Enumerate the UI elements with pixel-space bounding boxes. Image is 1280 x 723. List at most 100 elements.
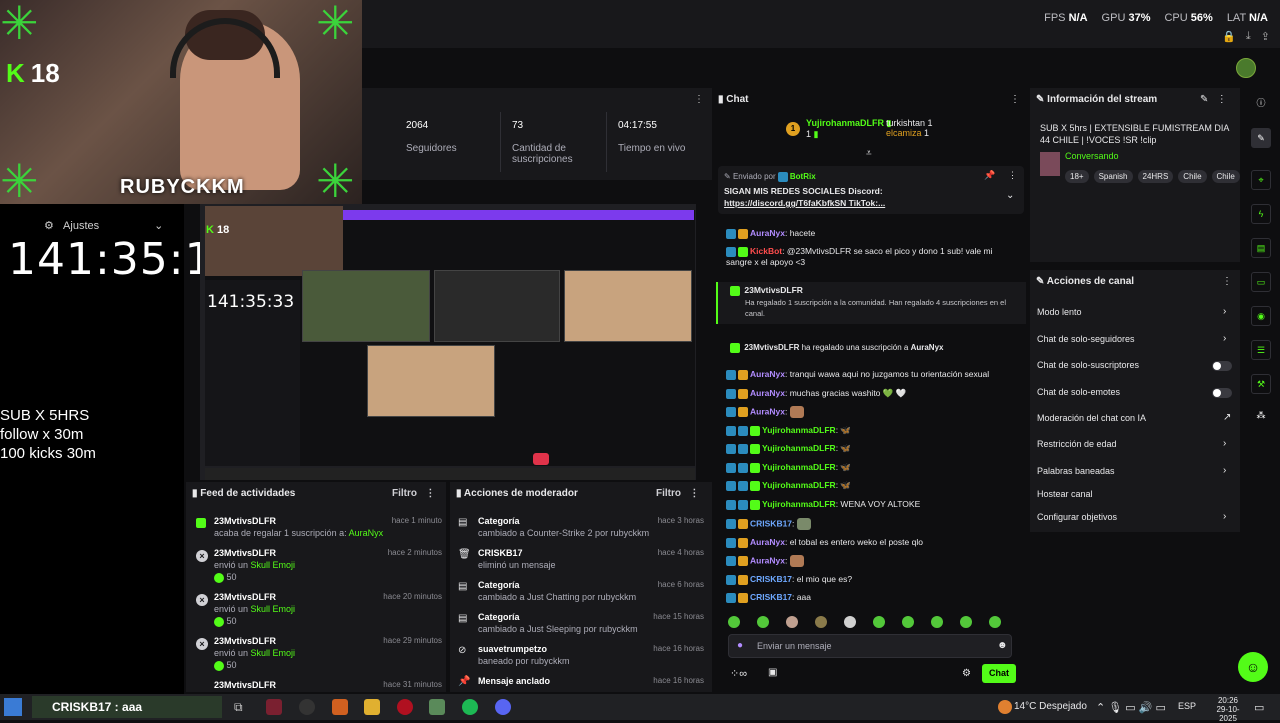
app-icon[interactable] [397,699,413,715]
hangup-button[interactable] [533,453,549,465]
action-subs-only[interactable]: Chat de solo-suscriptores [1037,360,1139,370]
weather-text[interactable]: 14°C Despejado [1014,701,1087,712]
support-chat-button[interactable]: ☺ [1238,652,1268,682]
subs-only-toggle[interactable] [1212,361,1232,371]
download-icon[interactable]: ⤓ [1246,30,1251,43]
apps-icon[interactable]: ⁂ [1251,406,1271,426]
action-host-channel[interactable]: Hostear canal [1037,489,1093,499]
chevron-down-icon[interactable]: ⌄ [1006,190,1014,201]
mod-filter-button[interactable]: Filtro ⋮ [656,488,699,499]
sub-event-text: 23MvtivsDLFR [730,285,1020,296]
chat-message: AuraNyx: [726,555,804,567]
mic-icon[interactable]: ● [737,640,743,651]
tag[interactable]: Spanish [1093,170,1133,183]
language-indicator[interactable]: ESP [1178,701,1196,711]
start-icon[interactable] [4,698,22,716]
pinned-menu-icon[interactable]: ⋮ [1008,170,1017,181]
emote-icon[interactable] [786,616,798,628]
task-view-icon[interactable]: ⧉ [234,700,243,715]
tag[interactable]: Chile [1178,170,1207,183]
mod-actions-title: ▮ Acciones de moderador [456,488,578,499]
action-configure-goals[interactable]: Configurar objetivos [1037,512,1117,522]
chevron-right-icon[interactable]: › [1223,438,1226,449]
expand-icon[interactable]: ⩡ [866,148,872,159]
info-icon[interactable]: ⓘ [1251,94,1271,114]
emote-icon[interactable] [815,616,827,628]
folder-icon[interactable] [364,699,380,715]
chat-menu-icon[interactable]: ⋮ [1010,94,1020,105]
points-icon[interactable]: ⁘∞ [730,667,747,680]
user-avatar[interactable] [1236,58,1256,78]
pin-icon[interactable]: 📌 [984,170,995,181]
app-icon[interactable] [429,699,445,715]
chat-input[interactable]: ● Enviar un mensaje ☻ [728,634,1012,658]
send-chat-button[interactable]: Chat [982,664,1016,683]
clock[interactable]: 20:26 29-10-2025 [1208,696,1248,723]
emote-icon[interactable] [873,616,885,628]
gear-icon[interactable]: ⚙ [962,668,971,679]
action-age-restriction[interactable]: Restricción de edad [1037,439,1117,449]
stream-category[interactable]: Conversando [1065,151,1119,161]
weather-icon [998,700,1012,714]
sub-line: 100 kicks 30m [0,445,96,462]
chat-message: AuraNyx: muchas gracias washito 💚 🤍 [726,388,906,399]
channel-actions-menu-icon[interactable]: ⋮ [1222,276,1232,287]
document-icon[interactable]: ▤ [1251,238,1271,258]
chevron-right-icon[interactable]: › [1223,465,1226,476]
sub-line: follow x 30m [0,426,84,443]
chat-message: AuraNyx: el tobal es entero weko el post… [726,537,923,548]
activity-filter-button[interactable]: Filtro ⋮ [392,488,435,499]
ticker-widget[interactable]: CRISKB17 : aaa [32,696,222,718]
chevron-right-icon[interactable]: › [1223,511,1226,522]
settings-label[interactable]: ⚙ Ajustes ⌄ [44,219,163,232]
mod-action-item: ▤ Categoría hace 3 horas cambiado a Count… [458,516,704,538]
app-icon[interactable] [332,699,348,715]
action-banned-words[interactable]: Palabras baneadas [1037,466,1115,476]
tray-icons[interactable]: ⌃ 🎙 ▭ 🔊 ▭ [1096,701,1166,714]
emoji-icon[interactable]: ☻ [997,640,1008,651]
notification-icon[interactable]: ▭ [1254,701,1264,714]
obs-icon[interactable] [299,699,315,715]
list-icon[interactable]: ☰ [1251,340,1271,360]
action-emotes-only[interactable]: Chat de solo-emotes [1037,387,1120,397]
store-icon[interactable]: ▣ [768,667,777,678]
emote-icon[interactable] [844,616,856,628]
tag[interactable]: Chile [1211,170,1240,183]
chat-icon[interactable]: ▭ [1251,272,1271,292]
lock-icon[interactable]: 🔒 [1222,30,1236,43]
tag[interactable]: 24HRS [1137,170,1174,183]
emote-icon[interactable] [989,616,1001,628]
action-slow-mode[interactable]: Modo lento [1037,307,1082,317]
share-icon[interactable]: ⇪ [1261,30,1270,43]
emote-icon[interactable] [757,616,769,628]
action-ai-moderation[interactable]: Moderación del chat con IA [1037,413,1146,423]
broadcast-icon[interactable]: ◉ [1251,306,1271,326]
gift-icon [196,518,206,528]
emote-icon[interactable] [960,616,972,628]
crosshair-icon[interactable]: ⌖ [1251,170,1271,190]
tag[interactable]: 18+ [1065,170,1089,183]
mod-action-item: ▤ Categoría hace 6 horas cambiado a Just … [458,580,704,602]
action-followers-only[interactable]: Chat de solo-seguidores [1037,334,1135,344]
app-icon[interactable] [266,699,282,715]
activity-item: × 23MvtivsDLFR hace 29 minutos envió un S… [196,635,442,671]
chevron-right-icon[interactable]: › [1223,306,1226,317]
bolt-icon[interactable]: ϟ [1251,204,1271,224]
preview-banner [342,210,694,220]
discord-icon[interactable] [495,699,511,715]
emote-icon[interactable] [931,616,943,628]
emote-icon: 🦋 [840,480,852,490]
edit-icon[interactable]: ✎ ⋮ [1200,94,1227,105]
more-icon[interactable]: ⋮ [694,94,704,105]
emote-icon[interactable] [728,616,740,628]
spotify-icon[interactable] [462,699,478,715]
divider [500,112,501,172]
chevron-right-icon[interactable]: › [1223,333,1226,344]
emotes-only-toggle[interactable] [1212,388,1232,398]
emote-icon[interactable] [902,616,914,628]
ticker-text: CRISKB17 : aaa [52,700,143,714]
edit-icon[interactable]: ✎ [1251,128,1271,148]
pinned-link[interactable]: https://discord.gg/T6faKbfkSN TikTok:... [724,198,1004,209]
external-link-icon[interactable]: ↗ [1223,412,1231,423]
wrench-icon[interactable]: ⚒ [1251,374,1271,394]
